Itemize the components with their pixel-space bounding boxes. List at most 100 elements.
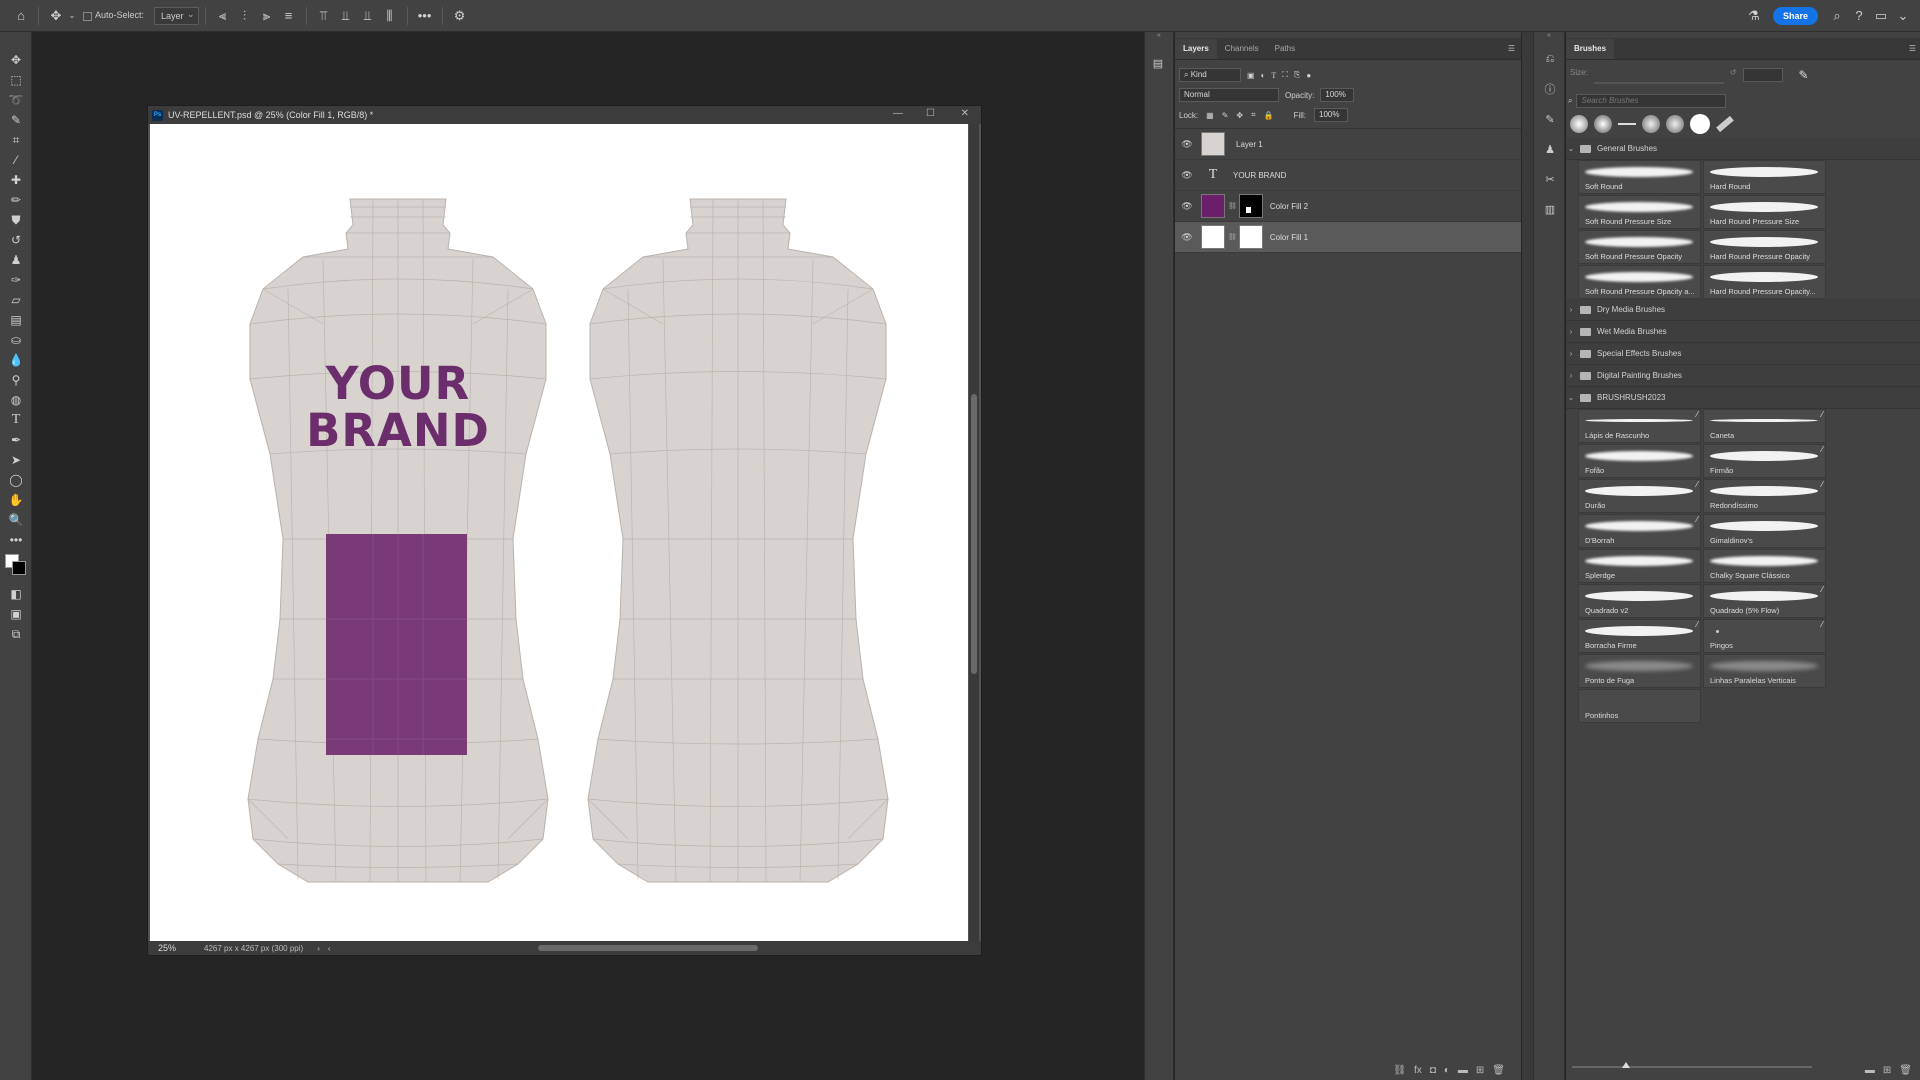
- preview-size-slider[interactable]: [1572, 1062, 1812, 1068]
- edit-brush-icon[interactable]: ⁄: [1697, 620, 1698, 629]
- recent-brush-soft[interactable]: [1570, 115, 1588, 133]
- healing-brush-tool-icon[interactable]: ✚: [0, 170, 32, 190]
- clone-stamp-tool-icon[interactable]: ⛊: [0, 210, 32, 230]
- lock-all-icon[interactable]: 🔒: [1264, 111, 1274, 120]
- background-color-swatch[interactable]: [12, 561, 26, 575]
- document-title-bar[interactable]: Ps UV-REPELLENT.psd @ 25% (Color Fill 1,…: [148, 106, 981, 124]
- color-swatches[interactable]: [0, 550, 31, 584]
- eyedropper-tool-icon[interactable]: ⁄: [0, 150, 32, 170]
- brush-group-special-effects[interactable]: › Special Effects Brushes: [1566, 343, 1920, 365]
- visibility-eye-icon[interactable]: 👁: [1175, 139, 1199, 150]
- reset-icon[interactable]: ↺: [1730, 68, 1737, 77]
- edit-brush-icon[interactable]: ⁄: [1822, 585, 1823, 594]
- search-icon[interactable]: ⌕: [1826, 5, 1848, 27]
- brush-group-dry-media[interactable]: › Dry Media Brushes: [1566, 299, 1920, 321]
- lock-image-icon[interactable]: ✎: [1222, 111, 1229, 120]
- screen-mode-icon[interactable]: ▣: [0, 604, 32, 624]
- panel-menu-icon[interactable]: ☰: [1905, 39, 1920, 59]
- brush-preset[interactable]: Fofão: [1578, 444, 1701, 478]
- brush-preset[interactable]: ⁄ Quadrado (5% Flow): [1703, 584, 1826, 618]
- libraries-icon[interactable]: ▥: [1537, 196, 1563, 222]
- edit-brush-icon[interactable]: ⁄: [1697, 480, 1698, 489]
- filter-smart-object-icon[interactable]: ⎘: [1294, 70, 1300, 80]
- hand-tool-icon[interactable]: ✋: [0, 490, 32, 510]
- link-icon[interactable]: ⛓: [1228, 233, 1237, 241]
- new-brush-icon[interactable]: ✎: [1799, 68, 1809, 82]
- quick-select-tool-icon[interactable]: ✎: [0, 110, 32, 130]
- gradient-tool-icon[interactable]: ▤: [0, 310, 32, 330]
- recent-brush-hard[interactable]: [1690, 114, 1710, 134]
- ellipse-tool-icon[interactable]: ◯: [0, 470, 32, 490]
- fill-field[interactable]: 100%: [1314, 108, 1349, 122]
- brush-preset[interactable]: Soft Round Pressure Opacity: [1578, 230, 1701, 264]
- zoom-level[interactable]: 25%: [148, 943, 180, 953]
- visibility-eye-icon[interactable]: 👁: [1175, 170, 1199, 181]
- tool-presets-icon[interactable]: ✂: [1537, 166, 1563, 192]
- distribute-icon[interactable]: ≡: [278, 5, 300, 27]
- layer-name[interactable]: Layer 1: [1236, 140, 1263, 149]
- brush-group-wet-media[interactable]: › Wet Media Brushes: [1566, 321, 1920, 343]
- status-chevron-icon[interactable]: ›: [317, 944, 320, 953]
- paint-bucket-tool-icon[interactable]: ⛀: [0, 330, 32, 350]
- new-brush-icon[interactable]: ⊞: [1883, 1065, 1891, 1076]
- align-top-icon[interactable]: ⫪: [313, 5, 335, 27]
- filter-shape-icon[interactable]: ⛶: [1282, 70, 1288, 80]
- size-field[interactable]: [1742, 68, 1783, 82]
- brush-preset[interactable]: Hard Round: [1703, 160, 1826, 194]
- filter-adjustment-icon[interactable]: ◐: [1261, 71, 1266, 80]
- tab-channels[interactable]: Channels: [1217, 39, 1267, 59]
- chevron-down-icon[interactable]: ⌄: [1566, 144, 1576, 153]
- chevron-down-icon[interactable]: ⌄: [67, 5, 77, 27]
- brush-preset[interactable]: ⁄ Redondíssimo: [1703, 479, 1826, 513]
- vertical-scrollbar[interactable]: [969, 124, 979, 942]
- align-left-icon[interactable]: ⫷: [212, 5, 234, 27]
- recent-brush-line[interactable]: [1618, 123, 1636, 125]
- brush-preset[interactable]: Hard Round Pressure Opacity: [1703, 230, 1826, 264]
- panel-menu-icon[interactable]: ☰: [1502, 39, 1521, 59]
- edit-brush-icon[interactable]: ⁄: [1822, 410, 1823, 419]
- share-button[interactable]: Share: [1772, 6, 1818, 25]
- brush-tool-icon[interactable]: ✏: [0, 190, 32, 210]
- edit-brush-icon[interactable]: ⁄: [1822, 445, 1823, 454]
- layer-name[interactable]: YOUR BRAND: [1233, 171, 1286, 180]
- lock-transparent-icon[interactable]: ▦: [1206, 111, 1214, 120]
- zoom-tool-icon[interactable]: 🔍: [0, 510, 32, 530]
- new-group-icon[interactable]: ▬: [1458, 1065, 1468, 1076]
- vertical-scroll-thumb[interactable]: [971, 394, 977, 674]
- filter-pixel-icon[interactable]: ▣: [1247, 71, 1255, 80]
- marquee-tool-icon[interactable]: ⬚: [0, 70, 32, 90]
- blur-tool-icon[interactable]: 💧: [0, 350, 32, 370]
- slider-handle[interactable]: [1622, 1062, 1630, 1068]
- gear-icon[interactable]: ⚙: [449, 5, 471, 27]
- recent-brush-stroke[interactable]: [1716, 115, 1734, 133]
- lock-position-icon[interactable]: ✥: [1236, 111, 1243, 120]
- align-center-icon[interactable]: ⫶: [234, 5, 256, 27]
- dodge-tool-icon[interactable]: ⚲: [0, 370, 32, 390]
- quick-mask-icon[interactable]: ◧: [0, 584, 32, 604]
- distribute-vertical-icon[interactable]: ⫼: [379, 5, 401, 27]
- visibility-eye-icon[interactable]: 👁: [1175, 232, 1199, 243]
- auto-select-target-dropdown[interactable]: Layer: [154, 6, 199, 25]
- brush-preset[interactable]: Hard Round Pressure Opacity...: [1703, 265, 1826, 299]
- lasso-tool-icon[interactable]: ➰: [0, 90, 32, 110]
- filter-kind-dropdown[interactable]: ⌕ Kind: [1179, 68, 1241, 82]
- layer-row[interactable]: 👁 Layer 1: [1175, 129, 1521, 160]
- clone-source-icon[interactable]: ♟: [1537, 136, 1563, 162]
- brush-preset[interactable]: Soft Round Pressure Opacity a...: [1578, 265, 1701, 299]
- chevron-down-icon[interactable]: ⌄: [1566, 393, 1576, 402]
- tab-paths[interactable]: Paths: [1267, 39, 1303, 59]
- brush-preset[interactable]: Ponto de Fuga: [1578, 654, 1701, 688]
- filter-type-icon[interactable]: T: [1271, 71, 1276, 80]
- workspace-icon[interactable]: ▭: [1870, 5, 1892, 27]
- history-panel-icon[interactable]: ⎌: [1537, 46, 1563, 72]
- more-options-icon[interactable]: •••: [414, 5, 436, 27]
- more-tools-icon[interactable]: •••: [0, 530, 32, 550]
- workspace-chevron-icon[interactable]: ⌄: [1892, 5, 1914, 27]
- path-selection-tool-icon[interactable]: ➤: [0, 450, 32, 470]
- recent-brush-soft[interactable]: [1666, 115, 1684, 133]
- tab-layers[interactable]: Layers: [1175, 39, 1217, 59]
- brush-group-digital-painting[interactable]: › Digital Painting Brushes: [1566, 365, 1920, 387]
- edit-brush-icon[interactable]: ⁄: [1697, 515, 1698, 524]
- recent-brush-soft[interactable]: [1642, 115, 1660, 133]
- new-group-icon[interactable]: ▬: [1865, 1065, 1875, 1076]
